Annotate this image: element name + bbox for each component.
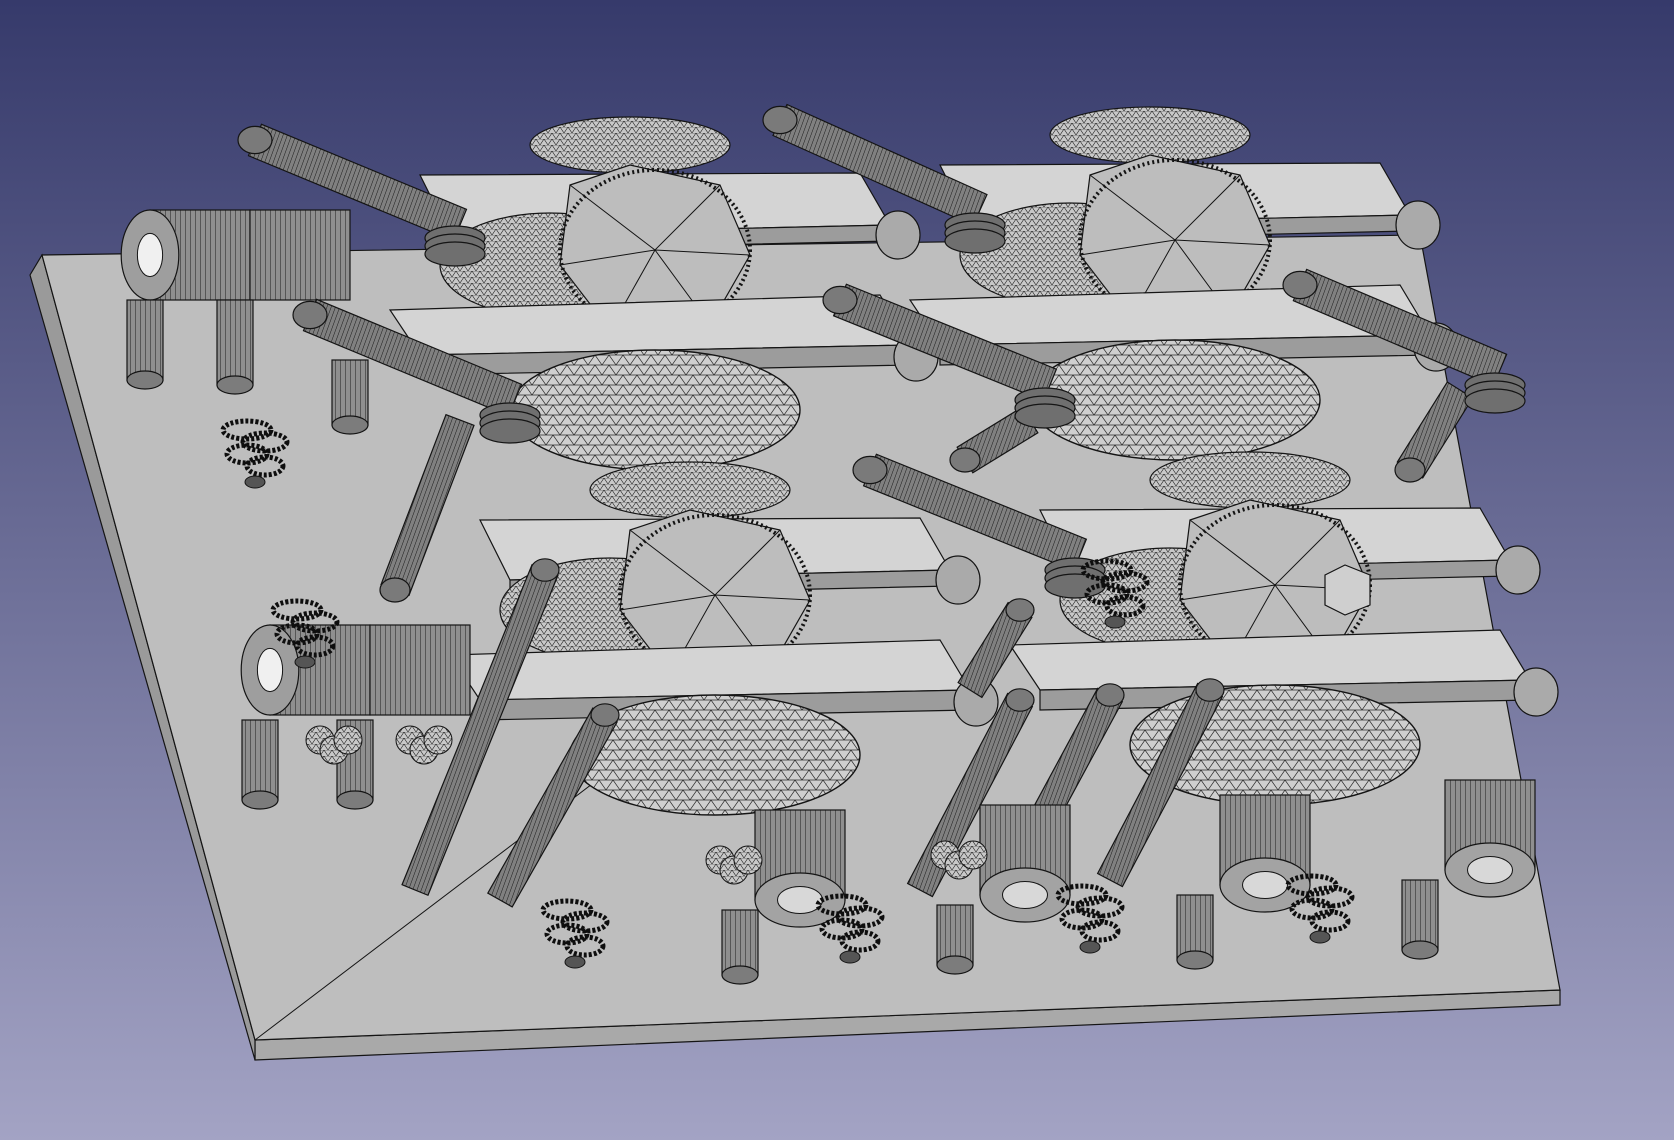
standing-tube xyxy=(754,809,846,928)
washer-stack xyxy=(1464,372,1526,414)
assembly-end-cap xyxy=(875,210,921,260)
3d-scene[interactable] xyxy=(0,0,1674,1140)
post xyxy=(721,909,759,985)
assembly-end-cap xyxy=(1495,545,1541,595)
roller-mid-left xyxy=(240,624,471,716)
post xyxy=(216,299,254,395)
assembly-end-cap xyxy=(1513,667,1559,717)
post xyxy=(241,719,279,810)
post xyxy=(1401,879,1439,960)
post xyxy=(1176,894,1214,970)
standing-tube xyxy=(979,804,1071,923)
standing-tube xyxy=(1444,779,1536,898)
assembly-ellipsoid xyxy=(509,349,801,471)
post xyxy=(936,904,974,975)
assembly-end-cap xyxy=(935,555,981,605)
assembly-end-cap xyxy=(1395,200,1441,250)
washer-stack xyxy=(1014,387,1076,429)
3d-viewport[interactable] xyxy=(0,0,1674,1140)
roller-top-left xyxy=(120,209,351,301)
washer-stack xyxy=(944,212,1006,254)
washer-stack xyxy=(479,402,541,444)
post xyxy=(331,359,369,435)
washer-stack xyxy=(424,225,486,267)
post xyxy=(126,299,164,390)
small-cube xyxy=(1324,564,1371,616)
